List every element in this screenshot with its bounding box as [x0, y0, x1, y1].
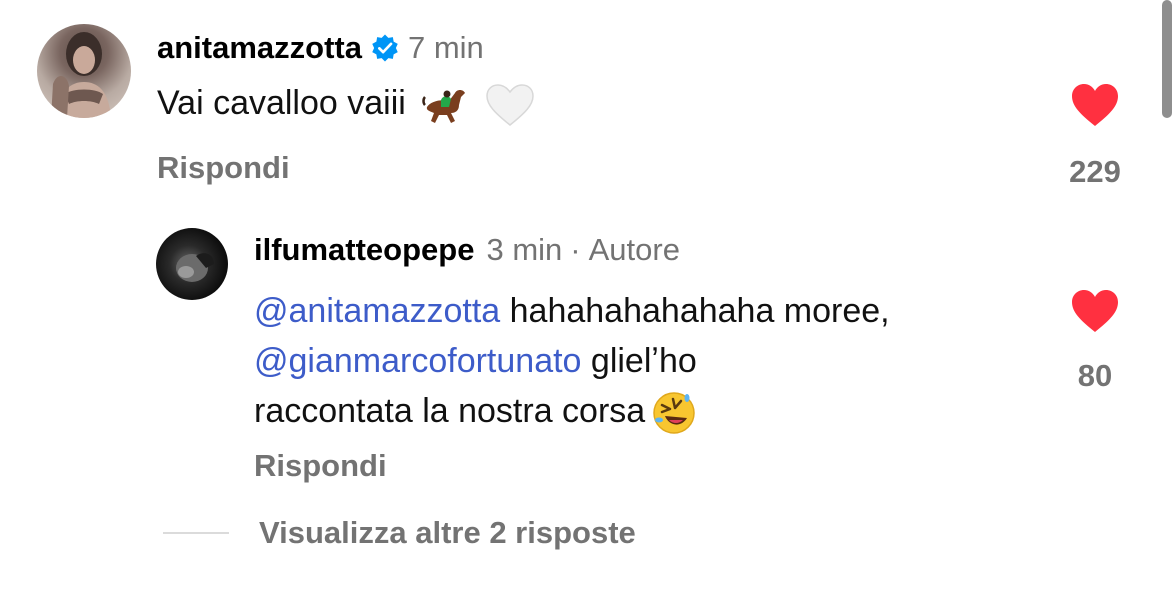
comment-header: anitamazzotta 7 min — [157, 28, 484, 68]
reply-text-part: hahahahahahaha moree, — [500, 292, 890, 330]
reply: ilfumatteopepe 3 min · Autore @anitamazz… — [0, 210, 1176, 510]
reply-line-1: @anitamazzotta hahahahahahaha moree, — [254, 286, 1054, 336]
divider-line — [163, 532, 229, 534]
separator-dot: · — [570, 232, 581, 267]
comment-text: Vai cavalloo vaiii — [157, 78, 535, 128]
rolling-on-floor-laughing-emoji — [651, 390, 697, 436]
mention-link[interactable]: @gianmarcofortunato — [254, 342, 581, 380]
like-count: 229 — [1069, 154, 1121, 189]
username[interactable]: anitamazzotta — [157, 30, 362, 66]
avatar[interactable] — [156, 228, 228, 300]
white-heart-emoji — [485, 83, 535, 127]
horse-racing-emoji — [421, 85, 469, 125]
view-more-replies-button[interactable]: Visualizza altre 2 risposte — [163, 515, 636, 551]
reply-line-2: @gianmarcofortunato glielʼho — [254, 336, 1054, 386]
comment-text-content: Vai cavalloo vaiii — [157, 84, 406, 122]
verified-badge-icon — [370, 33, 400, 63]
view-more-label: Visualizza altre 2 risposte — [259, 515, 636, 550]
avatar[interactable] — [37, 24, 131, 118]
timestamp: 3 min — [486, 232, 563, 267]
reply-button[interactable]: Rispondi — [254, 448, 387, 484]
heart-icon[interactable] — [1070, 82, 1120, 128]
timestamp: 7 min — [407, 30, 484, 65]
like-count: 80 — [1077, 358, 1113, 393]
reply-line-3: raccontata la nostra corsa — [254, 386, 1054, 436]
reply-text: @anitamazzotta hahahahahahaha moree, @gi… — [254, 286, 1054, 436]
author-label: Autore — [588, 232, 680, 267]
like-section: 229 — [1055, 82, 1135, 190]
reply-header: ilfumatteopepe 3 min · Autore — [254, 230, 680, 270]
reply-text-part: glielʼho — [581, 342, 697, 380]
reply-text-part: raccontata la nostra corsa — [254, 392, 646, 430]
heart-icon[interactable] — [1070, 288, 1120, 334]
mention-link[interactable]: @anitamazzotta — [254, 292, 500, 330]
reply-button[interactable]: Rispondi — [157, 150, 290, 186]
like-section: 80 — [1055, 288, 1135, 394]
comment: anitamazzotta 7 min Vai cavalloo vaiii R… — [0, 0, 1176, 210]
username[interactable]: ilfumatteopepe — [254, 232, 474, 268]
